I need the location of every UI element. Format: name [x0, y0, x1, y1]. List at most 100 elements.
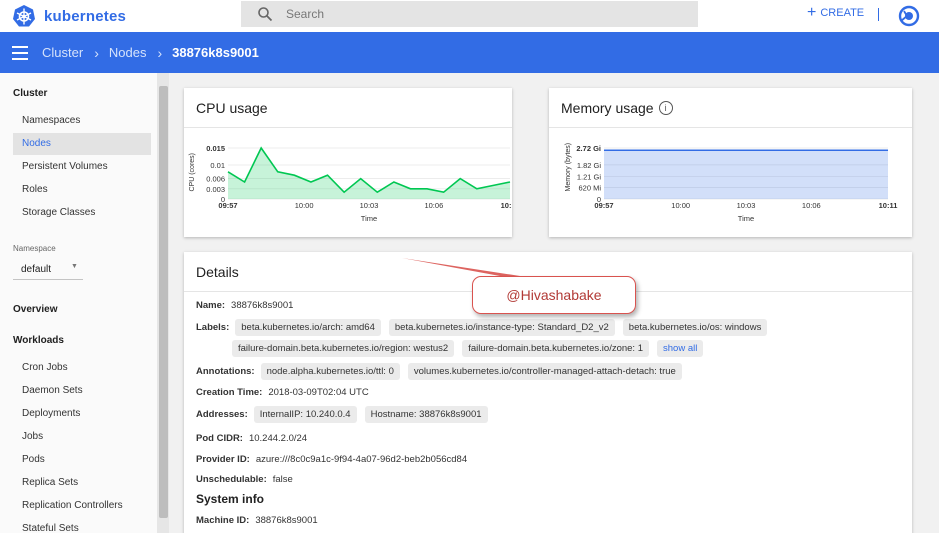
detail-value: 38876k8s9001 — [255, 515, 318, 526]
cpu-usage-card: CPU usage CPU (cores) 0.015 0.01 0.006 0.003… — [184, 88, 512, 237]
x-tick-label: 10:00 — [295, 201, 314, 210]
sidebar-item-storage-classes[interactable]: Storage Classes — [13, 202, 151, 224]
namespace-label: Namespace — [13, 244, 56, 253]
sidebar-item-replica-sets[interactable]: Replica Sets — [13, 472, 151, 494]
create-button-label: CREATE — [820, 7, 865, 19]
breadcrumb-cluster[interactable]: Cluster — [42, 45, 83, 60]
info-icon[interactable]: i — [658, 101, 673, 115]
detail-value: azure:///8c0c9a1c-9f94-4a07-96d2-beb2b05… — [255, 454, 468, 465]
sidebar-heading-cluster[interactable]: Cluster — [13, 88, 47, 99]
sidebar-item-stateful-sets[interactable]: Stateful Sets — [13, 518, 151, 533]
detail-labels-row-2: failure-domain.beta.kubernetes.io/region… — [232, 340, 704, 357]
sidebar-item-daemon-sets[interactable]: Daemon Sets — [13, 380, 151, 402]
y-tick-label: 1.82 Gi — [577, 161, 602, 170]
sidebar-item-namespaces[interactable]: Namespaces — [13, 110, 151, 132]
sidebar-scrollbar-thumb[interactable] — [159, 86, 168, 518]
x-tick-label: 10:11 — [501, 201, 512, 210]
detail-key: Labels: — [196, 322, 230, 333]
breadcrumb: Cluster › Nodes › 38876k8s9001 — [0, 32, 939, 73]
detail-value: 38876k8s9001 — [231, 300, 294, 311]
settings-icon[interactable] — [898, 5, 920, 27]
label-chip: failure-domain.beta.kubernetes.io/region… — [232, 340, 455, 357]
detail-podcidr-row: Pod CIDR: 10.244.2.0/24 — [196, 433, 307, 444]
y-tick-label: 0.015 — [206, 144, 225, 153]
system-info-title: System info — [196, 492, 265, 506]
detail-name-row: Name: 38876k8s9001 — [196, 300, 293, 311]
x-tick-label: 09:57 — [594, 201, 613, 210]
divider — [878, 8, 879, 21]
search-bar[interactable]: Search — [241, 1, 698, 27]
label-chip: beta.kubernetes.io/arch: amd64 — [235, 319, 381, 336]
sidebar-item-nodes[interactable]: Nodes — [13, 133, 151, 155]
sidebar-item-deployments[interactable]: Deployments — [13, 403, 151, 425]
x-tick-label: 10:00 — [671, 201, 690, 210]
memory-usage-title: Memory usage — [561, 100, 654, 116]
y-tick-label: 0.003 — [206, 185, 225, 194]
caret-down-icon: ▼ — [71, 263, 78, 270]
sidebar-item-roles[interactable]: Roles — [13, 179, 151, 201]
annotation-callout: @Hivashabake — [472, 276, 636, 314]
detail-key: Addresses: — [196, 409, 248, 420]
detail-key: Machine ID: — [196, 515, 250, 526]
search-icon — [258, 7, 273, 22]
x-tick-label: 09:57 — [218, 201, 237, 210]
detail-unschedulable-row: Unschedulable: false — [196, 474, 293, 485]
chevron-right-icon: › — [157, 44, 163, 61]
y-tick-label: 2.72 Gi — [576, 144, 601, 153]
menu-icon[interactable] — [12, 45, 28, 60]
annotation-chip: volumes.kubernetes.io/controller-managed… — [407, 363, 682, 380]
detail-annotations-row: Annotations: node.alpha.kubernetes.io/tt… — [196, 363, 690, 380]
detail-provider-row: Provider ID: azure:///8c0c9a1c-9f94-4a07… — [196, 454, 467, 465]
x-tick-label: 10:03 — [737, 201, 756, 210]
brand[interactable]: kubernetes — [12, 4, 126, 28]
search-input[interactable]: Search — [286, 7, 324, 21]
memory-usage-title-wrap: Memory usage i — [561, 100, 673, 116]
detail-key: Provider ID: — [196, 454, 250, 465]
x-tick-label: 10:11 — [879, 201, 898, 210]
detail-value: 10.244.2.0/24 — [248, 433, 308, 444]
sidebar-item-cron-jobs[interactable]: Cron Jobs — [13, 357, 151, 379]
detail-key: Unschedulable: — [196, 474, 267, 485]
y-tick-label: 620 Mi — [578, 184, 601, 193]
detail-value: 2018-03-09T02:04 UTC — [268, 387, 369, 398]
detail-labels-row: Labels: beta.kubernetes.io/arch: amd64 b… — [196, 319, 775, 336]
detail-machine-row: Machine ID: 38876k8s9001 — [196, 515, 318, 526]
details-title: Details — [196, 264, 239, 280]
brand-name: kubernetes — [44, 7, 127, 25]
namespace-select[interactable]: default ▼ — [13, 260, 83, 280]
series-area — [604, 150, 888, 199]
detail-addresses-row: Addresses: InternalIP: 10.240.0.4 Hostna… — [196, 406, 496, 423]
annotation-chip: node.alpha.kubernetes.io/ttl: 0 — [260, 363, 400, 380]
sidebar-item-replication-controllers[interactable]: Replication Controllers — [13, 495, 151, 517]
x-axis-label: Time — [361, 214, 377, 223]
breadcrumb-nodes[interactable]: Nodes — [109, 45, 147, 60]
kubernetes-logo-icon — [13, 5, 35, 27]
detail-key: Annotations: — [196, 366, 255, 377]
breadcrumb-current-node: 38876k8s9001 — [172, 45, 259, 60]
sidebar: Cluster Namespaces Nodes Persistent Volu… — [0, 73, 157, 533]
memory-usage-chart: Memory (bytes) 2.72 Gi 1.82 Gi 1.21 Gi 620 M… — [565, 143, 898, 223]
show-all-link[interactable]: show all — [657, 340, 704, 357]
address-chip: Hostname: 38876k8s9001 — [364, 406, 488, 423]
y-axis-label: CPU (cores) — [189, 153, 196, 192]
x-tick-label: 10:03 — [360, 201, 379, 210]
label-chip: beta.kubernetes.io/instance-type: Standa… — [388, 319, 615, 336]
sidebar-item-persistent-volumes[interactable]: Persistent Volumes — [13, 156, 151, 178]
plus-icon: + — [807, 4, 817, 21]
chevron-right-icon: › — [94, 44, 99, 61]
label-chip: beta.kubernetes.io/os: windows — [622, 319, 768, 336]
series-area — [228, 148, 510, 199]
x-axis-label: Time — [738, 214, 754, 223]
detail-key: Creation Time: — [196, 387, 263, 398]
detail-key: Pod CIDR: — [196, 433, 243, 444]
sidebar-item-pods[interactable]: Pods — [13, 449, 151, 471]
namespace-select-value: default — [21, 264, 52, 275]
memory-usage-card: Memory usage i Memory (bytes) 2.72 Gi 1.82 … — [549, 88, 912, 237]
detail-creation-row: Creation Time: 2018-03-09T02:04 UTC — [196, 387, 369, 398]
create-button[interactable]: + CREATE — [807, 4, 865, 21]
sidebar-item-overview[interactable]: Overview — [13, 304, 57, 315]
sidebar-heading-workloads[interactable]: Workloads — [13, 335, 64, 346]
detail-key: Name: — [196, 300, 226, 311]
sidebar-item-jobs[interactable]: Jobs — [13, 426, 151, 448]
cpu-usage-title: CPU usage — [196, 100, 268, 116]
